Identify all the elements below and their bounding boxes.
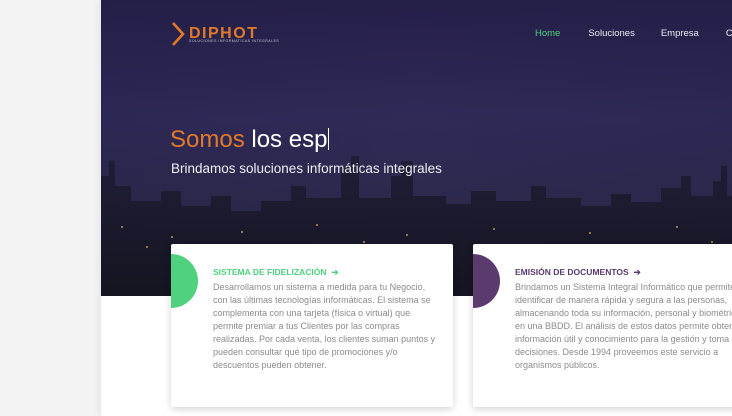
card-title[interactable]: EMISIÓN DE DOCUMENTOS ➔ [515, 267, 641, 278]
hero-headline: Somos los esp [170, 126, 330, 154]
chevron-logo-icon [172, 22, 185, 46]
card-emision-documentos[interactable]: EMISIÓN DE DOCUMENTOS ➔ Brindamos un Sist… [473, 244, 732, 407]
card-fidelizacion[interactable]: SISTEMA DE FIDELIZACIÓN ➔ Desarrollamos u… [171, 244, 453, 407]
landing-page: DIPHOT SOLUCIONES INFORMATICAS INTEGRALE… [101, 0, 732, 416]
brand-logo[interactable]: DIPHOT [171, 21, 258, 47]
headline-accent: Somos [170, 126, 245, 153]
card-title-text: EMISIÓN DE DOCUMENTOS [515, 267, 629, 277]
typing-cursor [328, 128, 330, 150]
arrow-right-icon: ➔ [331, 267, 339, 277]
brand-tagline: SOLUCIONES INFORMATICAS INTEGRALES [189, 39, 280, 43]
headline-typed-text: los esp [251, 126, 328, 153]
card-title-text: SISTEMA DE FIDELIZACIÓN [213, 267, 327, 277]
arrow-right-icon: ➔ [633, 267, 641, 277]
nav-item-empresa[interactable]: Empresa [661, 28, 699, 39]
main-nav: Home Soluciones Empresa Co [535, 28, 732, 39]
nav-item-contacto[interactable]: Co [726, 28, 732, 39]
card-accent-dot [473, 254, 500, 308]
card-title[interactable]: SISTEMA DE FIDELIZACIÓN ➔ [213, 267, 339, 278]
hero-subtitle: Brindamos soluciones informáticas integr… [171, 161, 442, 176]
card-description: Desarrollamos un sistema a medida para t… [213, 282, 436, 370]
card-description: Brindamos un Sistema Integral Informátic… [515, 282, 732, 370]
card-accent-dot [171, 254, 198, 308]
nav-item-home[interactable]: Home [535, 28, 560, 39]
nav-item-soluciones[interactable]: Soluciones [588, 28, 634, 39]
